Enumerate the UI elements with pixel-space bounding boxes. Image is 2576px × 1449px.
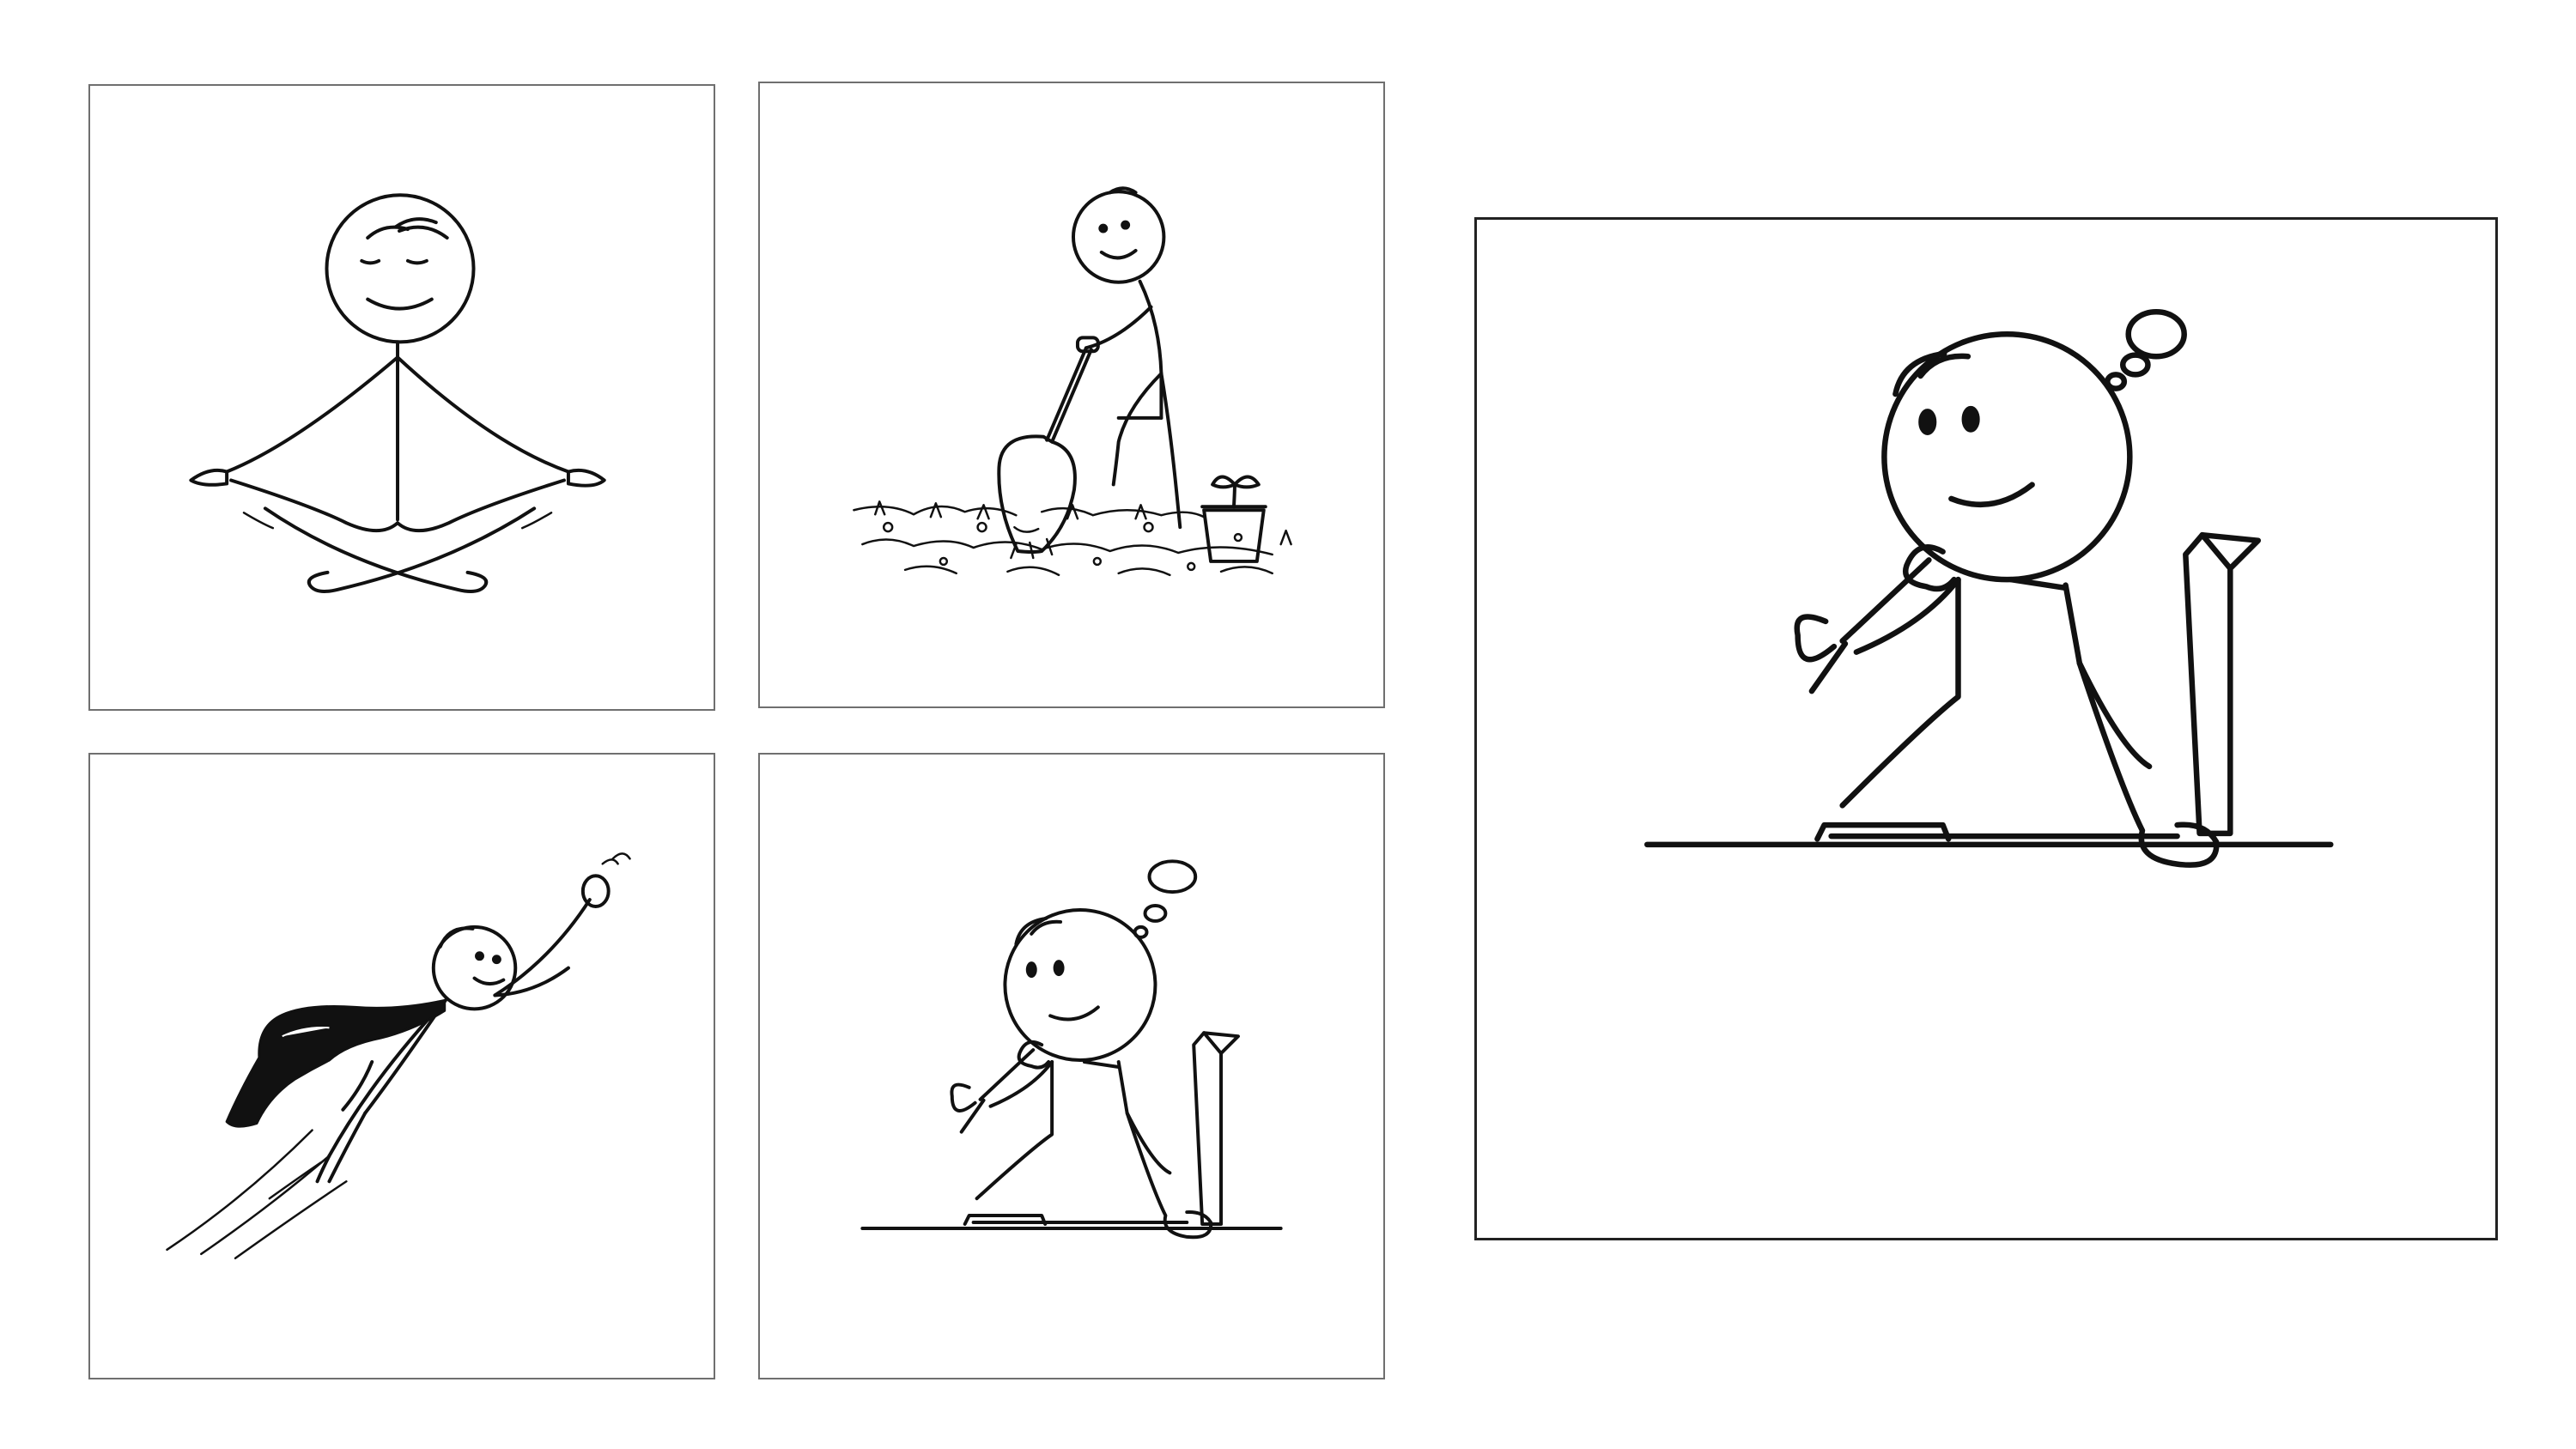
panel-thinking [758, 753, 1385, 1379]
panel-superhero [88, 753, 715, 1379]
panel-thinking-featured [1474, 217, 2498, 1240]
thinking-figure-icon [860, 859, 1283, 1240]
thinking-figure-large-icon [1643, 308, 2334, 868]
flying-superhero-icon [166, 852, 631, 1260]
panel-meditation [88, 84, 715, 711]
panel-gardening [758, 82, 1385, 708]
meditating-figure-icon [189, 193, 606, 593]
digging-figure-icon [853, 186, 1292, 577]
